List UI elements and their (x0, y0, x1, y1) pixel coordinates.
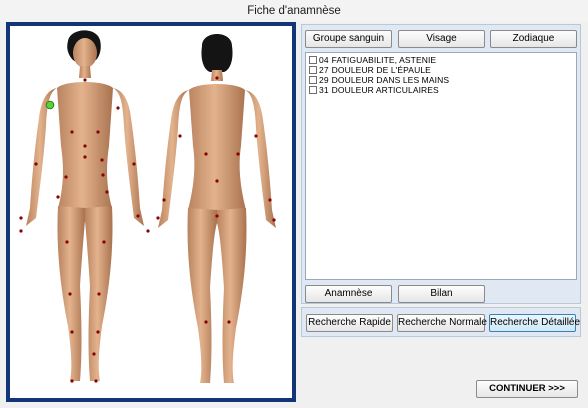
back-left-leg (217, 208, 247, 383)
point-marker[interactable] (254, 134, 258, 138)
point-marker[interactable] (132, 162, 136, 166)
list-item[interactable]: 27 DOULEUR DE L'ÉPAULE (309, 65, 573, 75)
list-item[interactable]: 31 DOULEUR ARTICULAIRES (309, 85, 573, 95)
point-marker[interactable] (227, 320, 231, 324)
recherche-detaillee-button[interactable]: Recherche Détaillée (489, 314, 580, 332)
point-marker[interactable] (96, 330, 100, 334)
bilan-button[interactable]: Bilan (398, 285, 485, 303)
point-marker[interactable] (94, 379, 98, 383)
point-marker[interactable] (64, 175, 68, 179)
symptom-label: DOULEUR DE L'ÉPAULE (331, 65, 431, 75)
symptom-code: 29 (319, 75, 329, 85)
recherche-normale-button[interactable]: Recherche Normale (397, 314, 487, 332)
point-marker[interactable] (65, 240, 69, 244)
zodiaque-button[interactable]: Zodiaque (490, 30, 577, 48)
point-marker[interactable] (92, 352, 96, 356)
point-marker[interactable] (68, 292, 72, 296)
point-marker[interactable] (97, 292, 101, 296)
point-marker[interactable] (272, 218, 276, 222)
search-panel: Recherche Rapide Recherche Normale Reche… (301, 307, 581, 337)
back-torso (188, 84, 246, 210)
symptom-label: DOULEUR DANS LES MAINS (331, 75, 450, 85)
window-title: Fiche d'anamnèse (0, 0, 588, 22)
right-panel: Groupe sanguin Visage Zodiaque 04 FATIGU… (301, 24, 581, 304)
list-item[interactable]: 29 DOULEUR DANS LES MAINS (309, 75, 573, 85)
point-marker[interactable] (215, 214, 219, 218)
point-marker[interactable] (146, 229, 150, 233)
symptom-code: 04 (319, 55, 329, 65)
symptom-code: 31 (319, 85, 329, 95)
point-marker[interactable] (204, 320, 208, 324)
symptom-label: FATIGUABILITE, ASTENIE (331, 55, 437, 65)
point-marker[interactable] (56, 195, 60, 199)
point-marker[interactable] (83, 155, 87, 159)
point-marker[interactable] (236, 152, 240, 156)
point-marker[interactable] (156, 216, 160, 220)
back-hair (201, 34, 233, 72)
point-marker[interactable] (70, 130, 74, 134)
anamnese-button[interactable]: Anamnèse (305, 285, 392, 303)
point-marker[interactable] (215, 76, 219, 80)
point-marker[interactable] (215, 179, 219, 183)
back-left-arm (245, 90, 276, 228)
point-marker[interactable] (162, 198, 166, 202)
symptom-checkbox[interactable] (309, 86, 317, 94)
point-marker[interactable] (96, 130, 100, 134)
recherche-rapide-button[interactable]: Recherche Rapide (306, 314, 393, 332)
symptom-checkbox[interactable] (309, 56, 317, 64)
symptom-label: DOULEUR ARTICULAIRES (331, 85, 439, 95)
point-marker[interactable] (268, 198, 272, 202)
front-right-arm (26, 88, 57, 226)
front-head (73, 38, 97, 68)
point-marker[interactable] (105, 190, 109, 194)
list-item[interactable]: 04 FATIGUABILITE, ASTENIE (309, 55, 573, 65)
point-marker[interactable] (136, 214, 140, 218)
point-marker[interactable] (34, 162, 38, 166)
symptom-code: 27 (319, 65, 329, 75)
point-marker[interactable] (83, 144, 87, 148)
back-right-arm (158, 90, 189, 228)
body-map (19, 30, 276, 383)
point-marker[interactable] (19, 229, 23, 233)
point-marker[interactable] (100, 158, 104, 162)
symptom-checkbox[interactable] (309, 76, 317, 84)
point-marker[interactable] (204, 152, 208, 156)
selected-point-marker[interactable] (45, 100, 55, 110)
point-marker[interactable] (101, 173, 105, 177)
point-marker[interactable] (178, 134, 182, 138)
back-figure (158, 34, 276, 383)
point-marker[interactable] (116, 106, 120, 110)
visage-button[interactable]: Visage (398, 30, 485, 48)
symptom-checkbox[interactable] (309, 66, 317, 74)
body-map-panel (6, 22, 296, 402)
point-marker[interactable] (102, 240, 106, 244)
point-marker[interactable] (19, 216, 23, 220)
point-marker[interactable] (70, 379, 74, 383)
groupe-sanguin-button[interactable]: Groupe sanguin (305, 30, 392, 48)
point-marker[interactable] (83, 78, 87, 82)
continue-button[interactable]: CONTINUER >>> (476, 380, 578, 398)
symptom-list[interactable]: 04 FATIGUABILITE, ASTENIE 27 DOULEUR DE … (305, 52, 577, 280)
front-figure (26, 30, 144, 381)
point-marker[interactable] (70, 330, 74, 334)
back-right-leg (187, 208, 217, 383)
